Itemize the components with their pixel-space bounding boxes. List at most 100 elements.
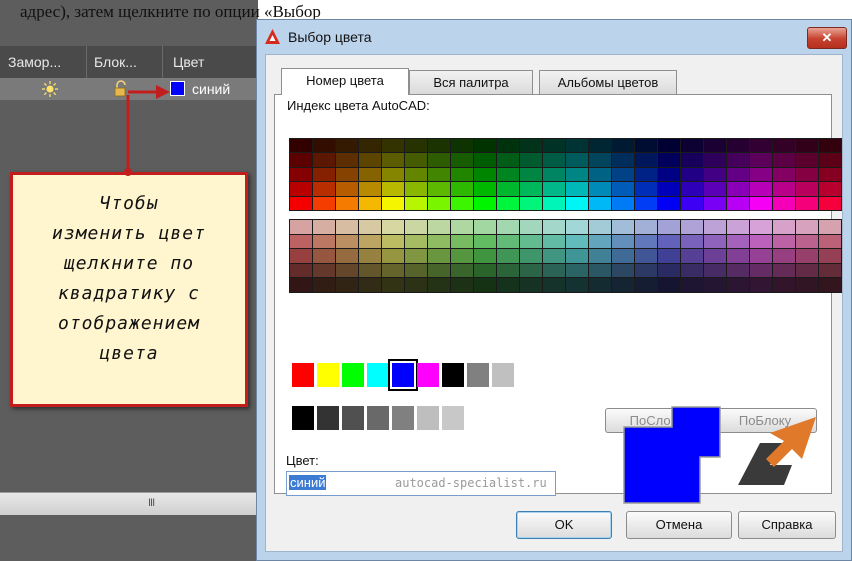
aci-color-cell[interactable]: [727, 220, 749, 234]
aci-color-cell[interactable]: [474, 234, 496, 249]
aci-color-cell[interactable]: [750, 249, 772, 263]
cancel-button[interactable]: Отмена: [626, 511, 732, 539]
aci-color-cell[interactable]: [428, 263, 450, 278]
aci-color-cell[interactable]: [658, 196, 680, 210]
aci-color-cell[interactable]: [589, 167, 611, 182]
aci-color-cell[interactable]: [313, 249, 335, 263]
aci-color-cell[interactable]: [474, 220, 496, 234]
aci-color-cell[interactable]: [704, 153, 726, 167]
aci-color-cell[interactable]: [589, 220, 611, 234]
aci-color-cell[interactable]: [290, 167, 312, 182]
aci-color-cell[interactable]: [405, 263, 427, 278]
aci-color-cell[interactable]: [750, 234, 772, 249]
aci-color-cell[interactable]: [704, 182, 726, 196]
aci-color-cell[interactable]: [773, 139, 795, 153]
aci-color-cell[interactable]: [451, 234, 473, 249]
aci-color-cell[interactable]: [428, 182, 450, 196]
aci-color-cell[interactable]: [428, 139, 450, 153]
aci-color-cell[interactable]: [336, 220, 358, 234]
aci-color-cell[interactable]: [681, 196, 703, 210]
aci-color-cell[interactable]: [497, 167, 519, 182]
aci-color-cell[interactable]: [543, 153, 565, 167]
aci-color-cell[interactable]: [359, 278, 381, 292]
gray-color-cell[interactable]: [292, 406, 314, 430]
aci-color-cell[interactable]: [520, 167, 542, 182]
aci-color-cell[interactable]: [382, 167, 404, 182]
aci-color-cell[interactable]: [681, 234, 703, 249]
aci-color-cell[interactable]: [796, 263, 818, 278]
aci-color-cell[interactable]: [543, 278, 565, 292]
aci-color-cell[interactable]: [681, 182, 703, 196]
aci-color-cell[interactable]: [589, 263, 611, 278]
standard-color-cell[interactable]: [492, 363, 514, 387]
aci-color-cell[interactable]: [589, 234, 611, 249]
aci-color-cell[interactable]: [566, 139, 588, 153]
aci-color-cell[interactable]: [451, 263, 473, 278]
aci-color-cell[interactable]: [543, 234, 565, 249]
aci-color-cell[interactable]: [405, 139, 427, 153]
aci-color-cell[interactable]: [336, 153, 358, 167]
aci-color-cell[interactable]: [612, 278, 634, 292]
aci-color-cell[interactable]: [382, 196, 404, 210]
aci-color-cell[interactable]: [336, 196, 358, 210]
aci-color-cell[interactable]: [428, 196, 450, 210]
aci-color-cell[interactable]: [428, 153, 450, 167]
aci-color-cell[interactable]: [704, 278, 726, 292]
aci-color-cell[interactable]: [681, 220, 703, 234]
scrollbar-grip[interactable]: III: [148, 497, 155, 509]
aci-color-cell[interactable]: [566, 278, 588, 292]
aci-color-cell[interactable]: [497, 196, 519, 210]
aci-color-cell[interactable]: [612, 139, 634, 153]
aci-color-cell[interactable]: [405, 196, 427, 210]
aci-color-cell[interactable]: [819, 139, 841, 153]
aci-color-cell[interactable]: [451, 153, 473, 167]
aci-color-cell[interactable]: [635, 263, 657, 278]
aci-color-cell[interactable]: [796, 139, 818, 153]
aci-color-cell[interactable]: [359, 234, 381, 249]
aci-color-cell[interactable]: [290, 153, 312, 167]
close-button[interactable]: ✕: [807, 27, 847, 49]
aci-color-cell[interactable]: [704, 196, 726, 210]
aci-color-cell[interactable]: [451, 220, 473, 234]
aci-palette-grid-top[interactable]: [289, 138, 842, 211]
standard-color-cell[interactable]: [388, 359, 418, 391]
standard-color-cell[interactable]: [417, 363, 439, 387]
aci-color-cell[interactable]: [520, 139, 542, 153]
aci-color-cell[interactable]: [382, 153, 404, 167]
aci-color-cell[interactable]: [773, 167, 795, 182]
aci-color-cell[interactable]: [451, 182, 473, 196]
aci-color-cell[interactable]: [359, 220, 381, 234]
aci-color-cell[interactable]: [497, 220, 519, 234]
aci-color-cell[interactable]: [313, 153, 335, 167]
aci-color-cell[interactable]: [359, 139, 381, 153]
aci-color-cell[interactable]: [543, 196, 565, 210]
aci-color-cell[interactable]: [658, 182, 680, 196]
aci-color-cell[interactable]: [405, 220, 427, 234]
aci-color-cell[interactable]: [635, 249, 657, 263]
aci-color-cell[interactable]: [497, 153, 519, 167]
standard-color-cell[interactable]: [317, 363, 339, 387]
aci-color-cell[interactable]: [750, 139, 772, 153]
aci-color-cell[interactable]: [658, 249, 680, 263]
column-header-color[interactable]: Цвет: [173, 54, 204, 70]
aci-color-cell[interactable]: [819, 196, 841, 210]
aci-color-cell[interactable]: [773, 182, 795, 196]
aci-color-cell[interactable]: [566, 220, 588, 234]
standard-color-cell[interactable]: [467, 363, 489, 387]
aci-color-cell[interactable]: [313, 220, 335, 234]
aci-color-cell[interactable]: [727, 249, 749, 263]
tab-true-color[interactable]: Вся палитра: [409, 70, 533, 95]
aci-color-cell[interactable]: [589, 196, 611, 210]
aci-color-cell[interactable]: [382, 234, 404, 249]
column-header-freeze[interactable]: Замор...: [8, 54, 61, 70]
aci-color-cell[interactable]: [750, 196, 772, 210]
aci-color-cell[interactable]: [612, 234, 634, 249]
aci-color-cell[interactable]: [773, 153, 795, 167]
standard-color-cell[interactable]: [292, 363, 314, 387]
aci-color-cell[interactable]: [336, 234, 358, 249]
aci-color-cell[interactable]: [382, 182, 404, 196]
gray-color-cell[interactable]: [342, 406, 364, 430]
aci-color-cell[interactable]: [290, 278, 312, 292]
aci-color-cell[interactable]: [382, 139, 404, 153]
aci-color-cell[interactable]: [313, 234, 335, 249]
